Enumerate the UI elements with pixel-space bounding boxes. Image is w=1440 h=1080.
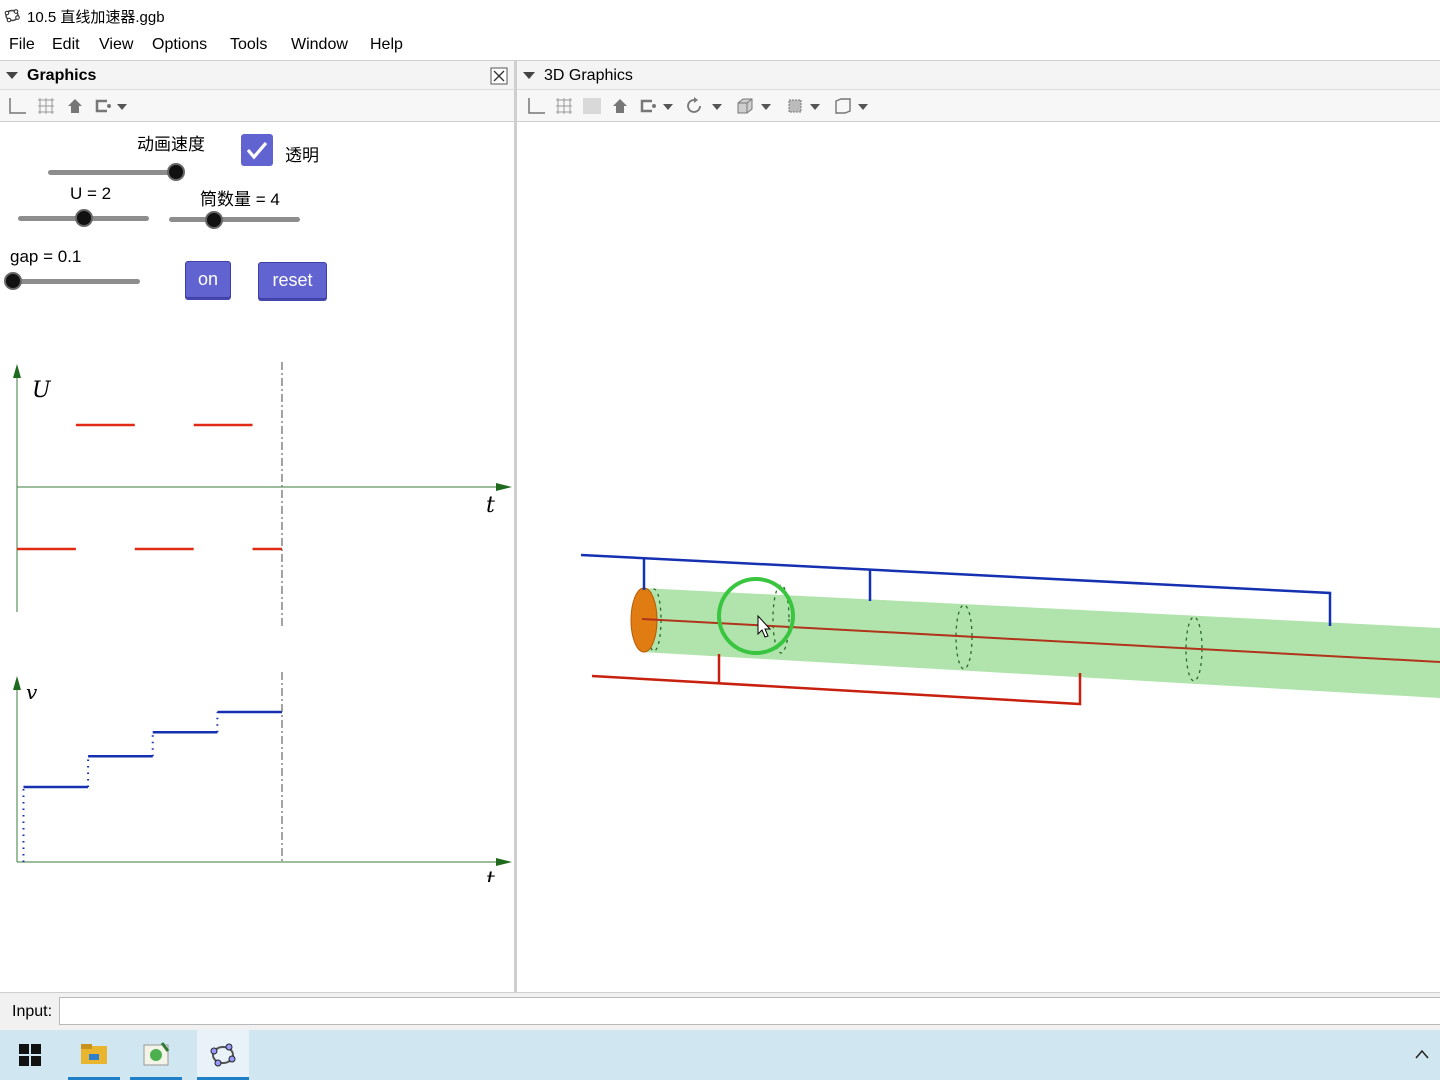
chevron-up-icon[interactable] <box>1414 1048 1430 1060</box>
folder-icon <box>81 1044 107 1064</box>
chevron-down-icon[interactable] <box>712 104 722 110</box>
transparent-label: 透明 <box>285 146 319 165</box>
speed-slider-knob[interactable] <box>167 163 185 181</box>
plane-icon[interactable] <box>582 97 602 115</box>
gap-slider-track[interactable] <box>10 279 140 284</box>
v-series-group <box>22 710 282 862</box>
menu-view[interactable]: View <box>99 36 133 54</box>
axes-icon[interactable] <box>526 97 546 115</box>
gap-slider-label: gap = 0.1 <box>10 247 82 266</box>
menu-edit[interactable]: Edit <box>52 36 80 54</box>
chevron-down-icon[interactable] <box>858 104 868 110</box>
menu-help[interactable]: Help <box>370 36 403 54</box>
chevron-down-icon[interactable] <box>663 104 673 110</box>
t-axis-v-arrow-icon <box>496 858 512 866</box>
reset-button[interactable]: reset <box>258 262 327 299</box>
graphics3d-toolbar <box>517 90 1440 122</box>
axes-icon[interactable] <box>7 97 27 115</box>
graphics-panel-header: Graphics <box>0 60 514 90</box>
chevron-down-icon[interactable] <box>810 104 820 110</box>
graphics-toolbar <box>0 90 514 122</box>
rotate-view-icon[interactable] <box>685 97 705 115</box>
taskbar-file-explorer[interactable] <box>68 1030 120 1080</box>
checkmark-icon <box>246 141 268 160</box>
grid-icon[interactable] <box>36 97 56 115</box>
graphics-canvas[interactable]: 动画速度 透明 U = 2 筒数量 = 4 gap = 0.1 on reset… <box>0 122 514 992</box>
velocity-time-chart: v t <box>13 672 512 882</box>
t-axis-arrow-icon <box>496 483 512 491</box>
collapse-triangle-icon[interactable] <box>6 72 18 79</box>
drift-tube <box>642 588 1440 698</box>
menu-options[interactable]: Options <box>152 36 207 54</box>
menu-bar: File Edit View Options Tools Window Help <box>0 30 1440 60</box>
menu-window[interactable]: Window <box>291 36 348 54</box>
voltage-time-chart: U t <box>13 362 512 627</box>
title-bar: 10.5 直线加速器.ggb <box>0 0 1440 30</box>
red-wire <box>591 673 1082 706</box>
collapse-triangle-icon-3d[interactable] <box>523 72 535 79</box>
home-icon[interactable] <box>610 97 630 115</box>
u-slider-knob[interactable] <box>75 209 93 227</box>
graphics3d-canvas[interactable] <box>517 122 1440 992</box>
home-icon[interactable] <box>65 97 85 115</box>
u-axis-label: U <box>32 378 52 403</box>
geogebra-icon <box>210 1043 236 1067</box>
graphics-panel-title: Graphics <box>27 67 97 84</box>
chevron-down-icon[interactable] <box>117 104 127 110</box>
projection-icon[interactable] <box>833 97 853 115</box>
transparent-checkbox[interactable] <box>241 134 273 166</box>
taskbar-image-app[interactable] <box>130 1030 182 1080</box>
menu-file[interactable]: File <box>9 36 35 54</box>
box-view-icon[interactable] <box>785 97 805 115</box>
taskbar <box>0 1030 1440 1080</box>
taskbar-geogebra[interactable] <box>197 1030 249 1080</box>
menu-tools[interactable]: Tools <box>230 36 267 54</box>
close-icon[interactable] <box>490 67 508 85</box>
algebra-input-field[interactable] <box>59 997 1440 1025</box>
point-capturing-icon[interactable] <box>93 97 113 115</box>
point-capturing-icon[interactable] <box>638 97 658 115</box>
speed-slider-track[interactable] <box>48 170 178 175</box>
v-axis-arrow-icon <box>13 676 21 690</box>
graphics3d-panel-title: 3D Graphics <box>544 67 633 84</box>
speed-label: 动画速度 <box>137 135 205 154</box>
chevron-down-icon[interactable] <box>761 104 771 110</box>
on-button[interactable]: on <box>185 261 231 298</box>
grid-icon[interactable] <box>554 97 574 115</box>
clipping-box-icon[interactable] <box>735 97 755 115</box>
tubes-slider-track[interactable] <box>169 217 300 222</box>
input-bar: Input: <box>0 992 1440 1030</box>
input-label: Input: <box>12 1003 53 1020</box>
graphics3d-panel-header: 3D Graphics <box>517 60 1440 90</box>
tubes-slider-knob[interactable] <box>205 211 223 229</box>
v-axis-label: v <box>26 680 38 704</box>
geogebra-icon <box>4 9 20 23</box>
window-title: 10.5 直线加速器.ggb <box>27 9 165 26</box>
u-slider-label: U = 2 <box>70 184 112 203</box>
windows-start-icon[interactable] <box>19 1044 41 1066</box>
tubes-slider-label: 筒数量 = 4 <box>200 190 280 209</box>
gap-slider-knob[interactable] <box>4 272 22 290</box>
t-axis-v-label: t <box>486 868 495 882</box>
u-axis-arrow-icon <box>13 364 21 378</box>
t-axis-label: t <box>486 493 495 518</box>
paint-icon <box>143 1042 170 1066</box>
